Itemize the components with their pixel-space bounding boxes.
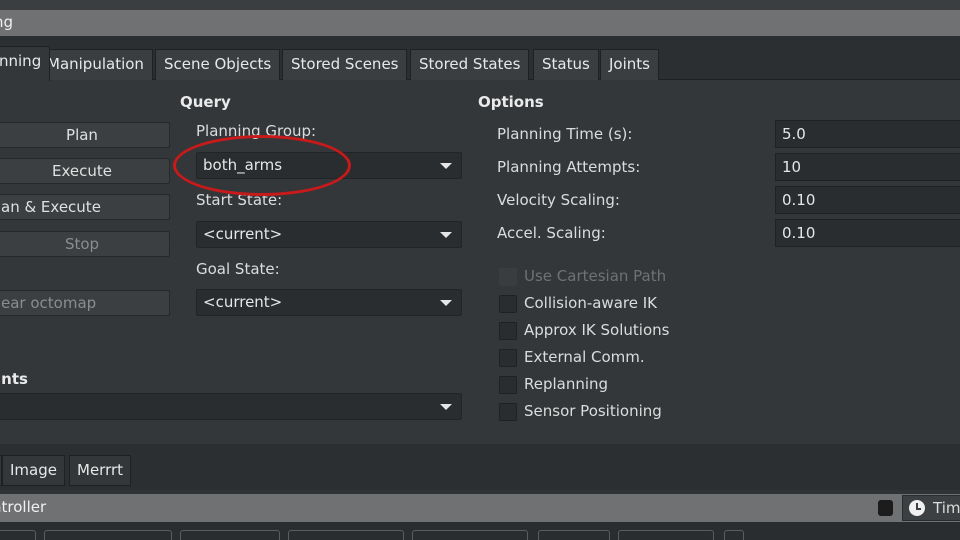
footer-button[interactable]: [288, 530, 404, 540]
tab-status[interactable]: Status: [533, 49, 599, 80]
footer-button[interactable]: [180, 530, 280, 540]
start-state-label: Start State:: [196, 191, 283, 209]
approx-ik-label: Approx IK Solutions: [524, 321, 670, 339]
tab-manipulation[interactable]: Manipulation: [38, 49, 153, 80]
query-title: Query: [180, 93, 231, 111]
execute-button[interactable]: Execute: [0, 158, 170, 184]
velocity-scaling-label: Velocity Scaling:: [497, 191, 620, 209]
accel-scaling-label: Accel. Scaling:: [497, 224, 606, 242]
footer-checkbox[interactable]: [724, 530, 744, 540]
tab-stored-scenes[interactable]: Stored Scenes: [282, 49, 408, 80]
external-comm-label: External Comm.: [524, 348, 645, 366]
chevron-down-icon: [440, 163, 452, 169]
replanning-checkbox[interactable]: [499, 376, 517, 394]
footer-strip: [0, 522, 960, 540]
goal-state-value: <current>: [203, 293, 283, 311]
tab-joints[interactable]: Joints: [600, 49, 659, 80]
controller-title-bar: ntroller Tim: [0, 494, 960, 522]
dock-title: ng: [0, 13, 14, 31]
dock-title-bar: ng: [0, 10, 960, 36]
time-label: Tim: [933, 499, 960, 517]
use-cartesian-path-label: Use Cartesian Path: [524, 267, 667, 285]
planning-panel: Plan Execute an & Execute Stop ear octom…: [0, 80, 960, 444]
tab-planning[interactable]: nning: [0, 46, 51, 81]
tab-bar: nning Manipulation Scene Objects Stored …: [0, 46, 960, 81]
tab-stored-states[interactable]: Stored States: [410, 49, 530, 80]
approx-ik-checkbox[interactable]: [499, 322, 517, 340]
sensor-positioning-checkbox[interactable]: [499, 403, 517, 421]
collision-aware-ik-label: Collision-aware IK: [524, 294, 657, 312]
footer-button[interactable]: [412, 530, 528, 540]
footer-button[interactable]: [44, 530, 172, 540]
planning-group-value: both_arms: [203, 156, 283, 174]
controller-title: ntroller: [0, 498, 47, 516]
start-state-value: <current>: [203, 225, 283, 243]
use-cartesian-path-checkbox[interactable]: [499, 268, 517, 286]
planning-time-label: Planning Time (s):: [497, 125, 633, 143]
sensor-positioning-label: Sensor Positioning: [524, 402, 662, 420]
title-spacer: [0, 36, 960, 46]
bottom-tab-merrrt[interactable]: Merrrt: [69, 455, 132, 486]
top-strip: [0, 0, 960, 10]
plan-execute-button[interactable]: an & Execute: [0, 194, 170, 220]
external-comm-checkbox[interactable]: [499, 349, 517, 367]
planning-attempts-label: Planning Attempts:: [497, 158, 641, 176]
path-constraints-select[interactable]: [0, 393, 462, 420]
footer-spinbox[interactable]: [538, 530, 610, 540]
planning-group-select[interactable]: both_arms: [196, 152, 462, 179]
plan-button[interactable]: Plan: [0, 122, 170, 148]
goal-state-label: Goal State:: [196, 260, 280, 278]
chevron-down-icon: [440, 300, 452, 306]
dock-toggle-icon[interactable]: [878, 500, 893, 516]
stop-button[interactable]: Stop: [0, 231, 170, 257]
clock-icon: [909, 500, 925, 516]
chevron-down-icon: [440, 232, 452, 238]
bottom-tab-image[interactable]: Image: [2, 455, 65, 486]
clear-octomap-button[interactable]: ear octomap: [0, 290, 170, 316]
planning-group-label: Planning Group:: [196, 122, 317, 140]
velocity-scaling-input[interactable]: 0.10: [775, 186, 960, 214]
footer-button[interactable]: [0, 530, 36, 540]
time-button[interactable]: Tim: [902, 495, 960, 521]
start-state-select[interactable]: <current>: [196, 221, 462, 248]
planning-attempts-input[interactable]: 10: [775, 153, 960, 181]
collision-aware-ik-checkbox[interactable]: [499, 295, 517, 313]
tab-scene-objects[interactable]: Scene Objects: [155, 49, 281, 80]
options-title: Options: [478, 93, 544, 111]
planning-time-input[interactable]: 5.0: [775, 120, 960, 148]
chevron-down-icon: [440, 404, 452, 410]
replanning-label: Replanning: [524, 375, 609, 393]
goal-state-select[interactable]: <current>: [196, 289, 462, 316]
footer-button[interactable]: [618, 530, 714, 540]
bottom-tab-bar: Image Merrrt: [0, 444, 960, 490]
accel-scaling-input[interactable]: 0.10: [775, 219, 960, 247]
path-constraints-title: ints: [0, 370, 28, 388]
